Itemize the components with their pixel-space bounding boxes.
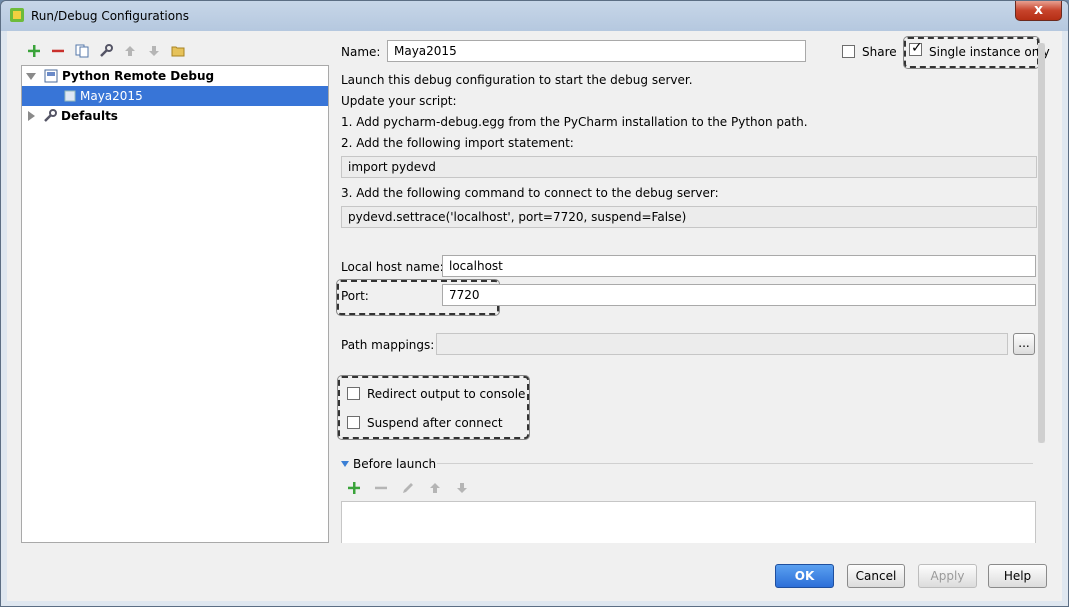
before-launch-move-up-icon [426, 479, 444, 497]
add-icon[interactable] [25, 42, 43, 60]
config-icon [64, 90, 76, 102]
remove-icon[interactable] [49, 42, 67, 60]
run-debug-dialog: Run/Debug Configurations x Python Remote… [0, 0, 1069, 607]
before-launch-separator [437, 463, 1033, 464]
before-launch-add-icon[interactable] [345, 479, 363, 497]
copy-icon[interactable] [73, 42, 91, 60]
info-line-4: 2. Add the following import statement: [341, 136, 574, 150]
dialog-body: Python Remote Debug Maya2015 Defaults Na… [7, 31, 1062, 601]
suspend-after-connect-label: Suspend after connect [367, 416, 503, 430]
info-line-2: Update your script: [341, 94, 457, 108]
local-host-label: Local host name: [341, 260, 444, 274]
local-host-input[interactable]: localhost [442, 255, 1036, 277]
pycharm-icon [10, 8, 24, 22]
tree-group-defaults[interactable]: Defaults [26, 106, 326, 126]
tree-group-label: Python Remote Debug [62, 69, 215, 83]
before-launch-label[interactable]: Before launch [353, 457, 436, 471]
wrench-icon[interactable] [97, 42, 115, 60]
before-launch-move-down-icon [453, 479, 471, 497]
close-button[interactable]: x [1015, 1, 1062, 21]
collapse-arrow-icon[interactable] [28, 111, 35, 121]
port-input[interactable]: 7720 [442, 284, 1036, 306]
move-down-icon [145, 42, 163, 60]
name-input[interactable]: Maya2015 [387, 40, 806, 62]
single-instance-checkbox[interactable]: ✓ [909, 40, 923, 56]
info-line-3: 1. Add pycharm-debug.egg from the PyChar… [341, 115, 808, 129]
config-tree: Python Remote Debug Maya2015 Defaults [21, 65, 329, 543]
before-launch-remove-icon [372, 479, 390, 497]
tree-defaults-label: Defaults [61, 109, 118, 123]
redirect-output-checkbox[interactable] [347, 387, 360, 400]
before-launch-edit-icon [399, 479, 417, 497]
vertical-scrollbar[interactable] [1038, 43, 1045, 443]
ok-button[interactable]: OK [775, 564, 834, 588]
checkmark-icon: ✓ [911, 40, 923, 56]
defaults-wrench-icon [44, 109, 57, 122]
apply-button[interactable]: Apply [918, 564, 977, 588]
info-line-5: 3. Add the following command to connect … [341, 186, 719, 200]
port-label: Port: [341, 289, 369, 303]
config-toolbar [25, 41, 187, 61]
share-label: Share [862, 45, 897, 59]
title-bar: Run/Debug Configurations x [1, 1, 1068, 31]
expand-arrow-icon[interactable] [26, 72, 36, 80]
redirect-output-label: Redirect output to console [367, 387, 526, 401]
share-checkbox[interactable] [842, 45, 855, 58]
path-mappings-input[interactable] [436, 333, 1008, 355]
scrollbar-thumb[interactable] [1038, 43, 1045, 443]
single-instance-label: Single instance only [929, 45, 1050, 59]
folder-icon[interactable] [169, 42, 187, 60]
move-up-icon [121, 42, 139, 60]
name-label: Name: [341, 45, 381, 59]
before-launch-toggle-icon[interactable] [340, 460, 350, 468]
tree-item-maya2015[interactable]: Maya2015 [22, 86, 328, 106]
cancel-button[interactable]: Cancel [847, 564, 905, 588]
info-line-1: Launch this debug configuration to start… [341, 73, 693, 87]
tree-group-python-remote-debug[interactable]: Python Remote Debug [26, 66, 326, 86]
suspend-after-connect-checkbox[interactable] [347, 416, 360, 429]
path-mappings-browse-button[interactable]: ... [1013, 333, 1035, 355]
path-mappings-label: Path mappings: [341, 338, 435, 352]
import-code-box[interactable]: import pydevd [341, 156, 1037, 178]
python-remote-debug-icon [44, 69, 58, 83]
settrace-code-box[interactable]: pydevd.settrace('localhost', port=7720, … [341, 206, 1037, 228]
before-launch-list[interactable] [341, 501, 1036, 543]
window-title: Run/Debug Configurations [31, 9, 189, 23]
help-button[interactable]: Help [988, 564, 1047, 588]
tree-item-label: Maya2015 [80, 89, 143, 103]
before-launch-toolbar [345, 479, 471, 497]
